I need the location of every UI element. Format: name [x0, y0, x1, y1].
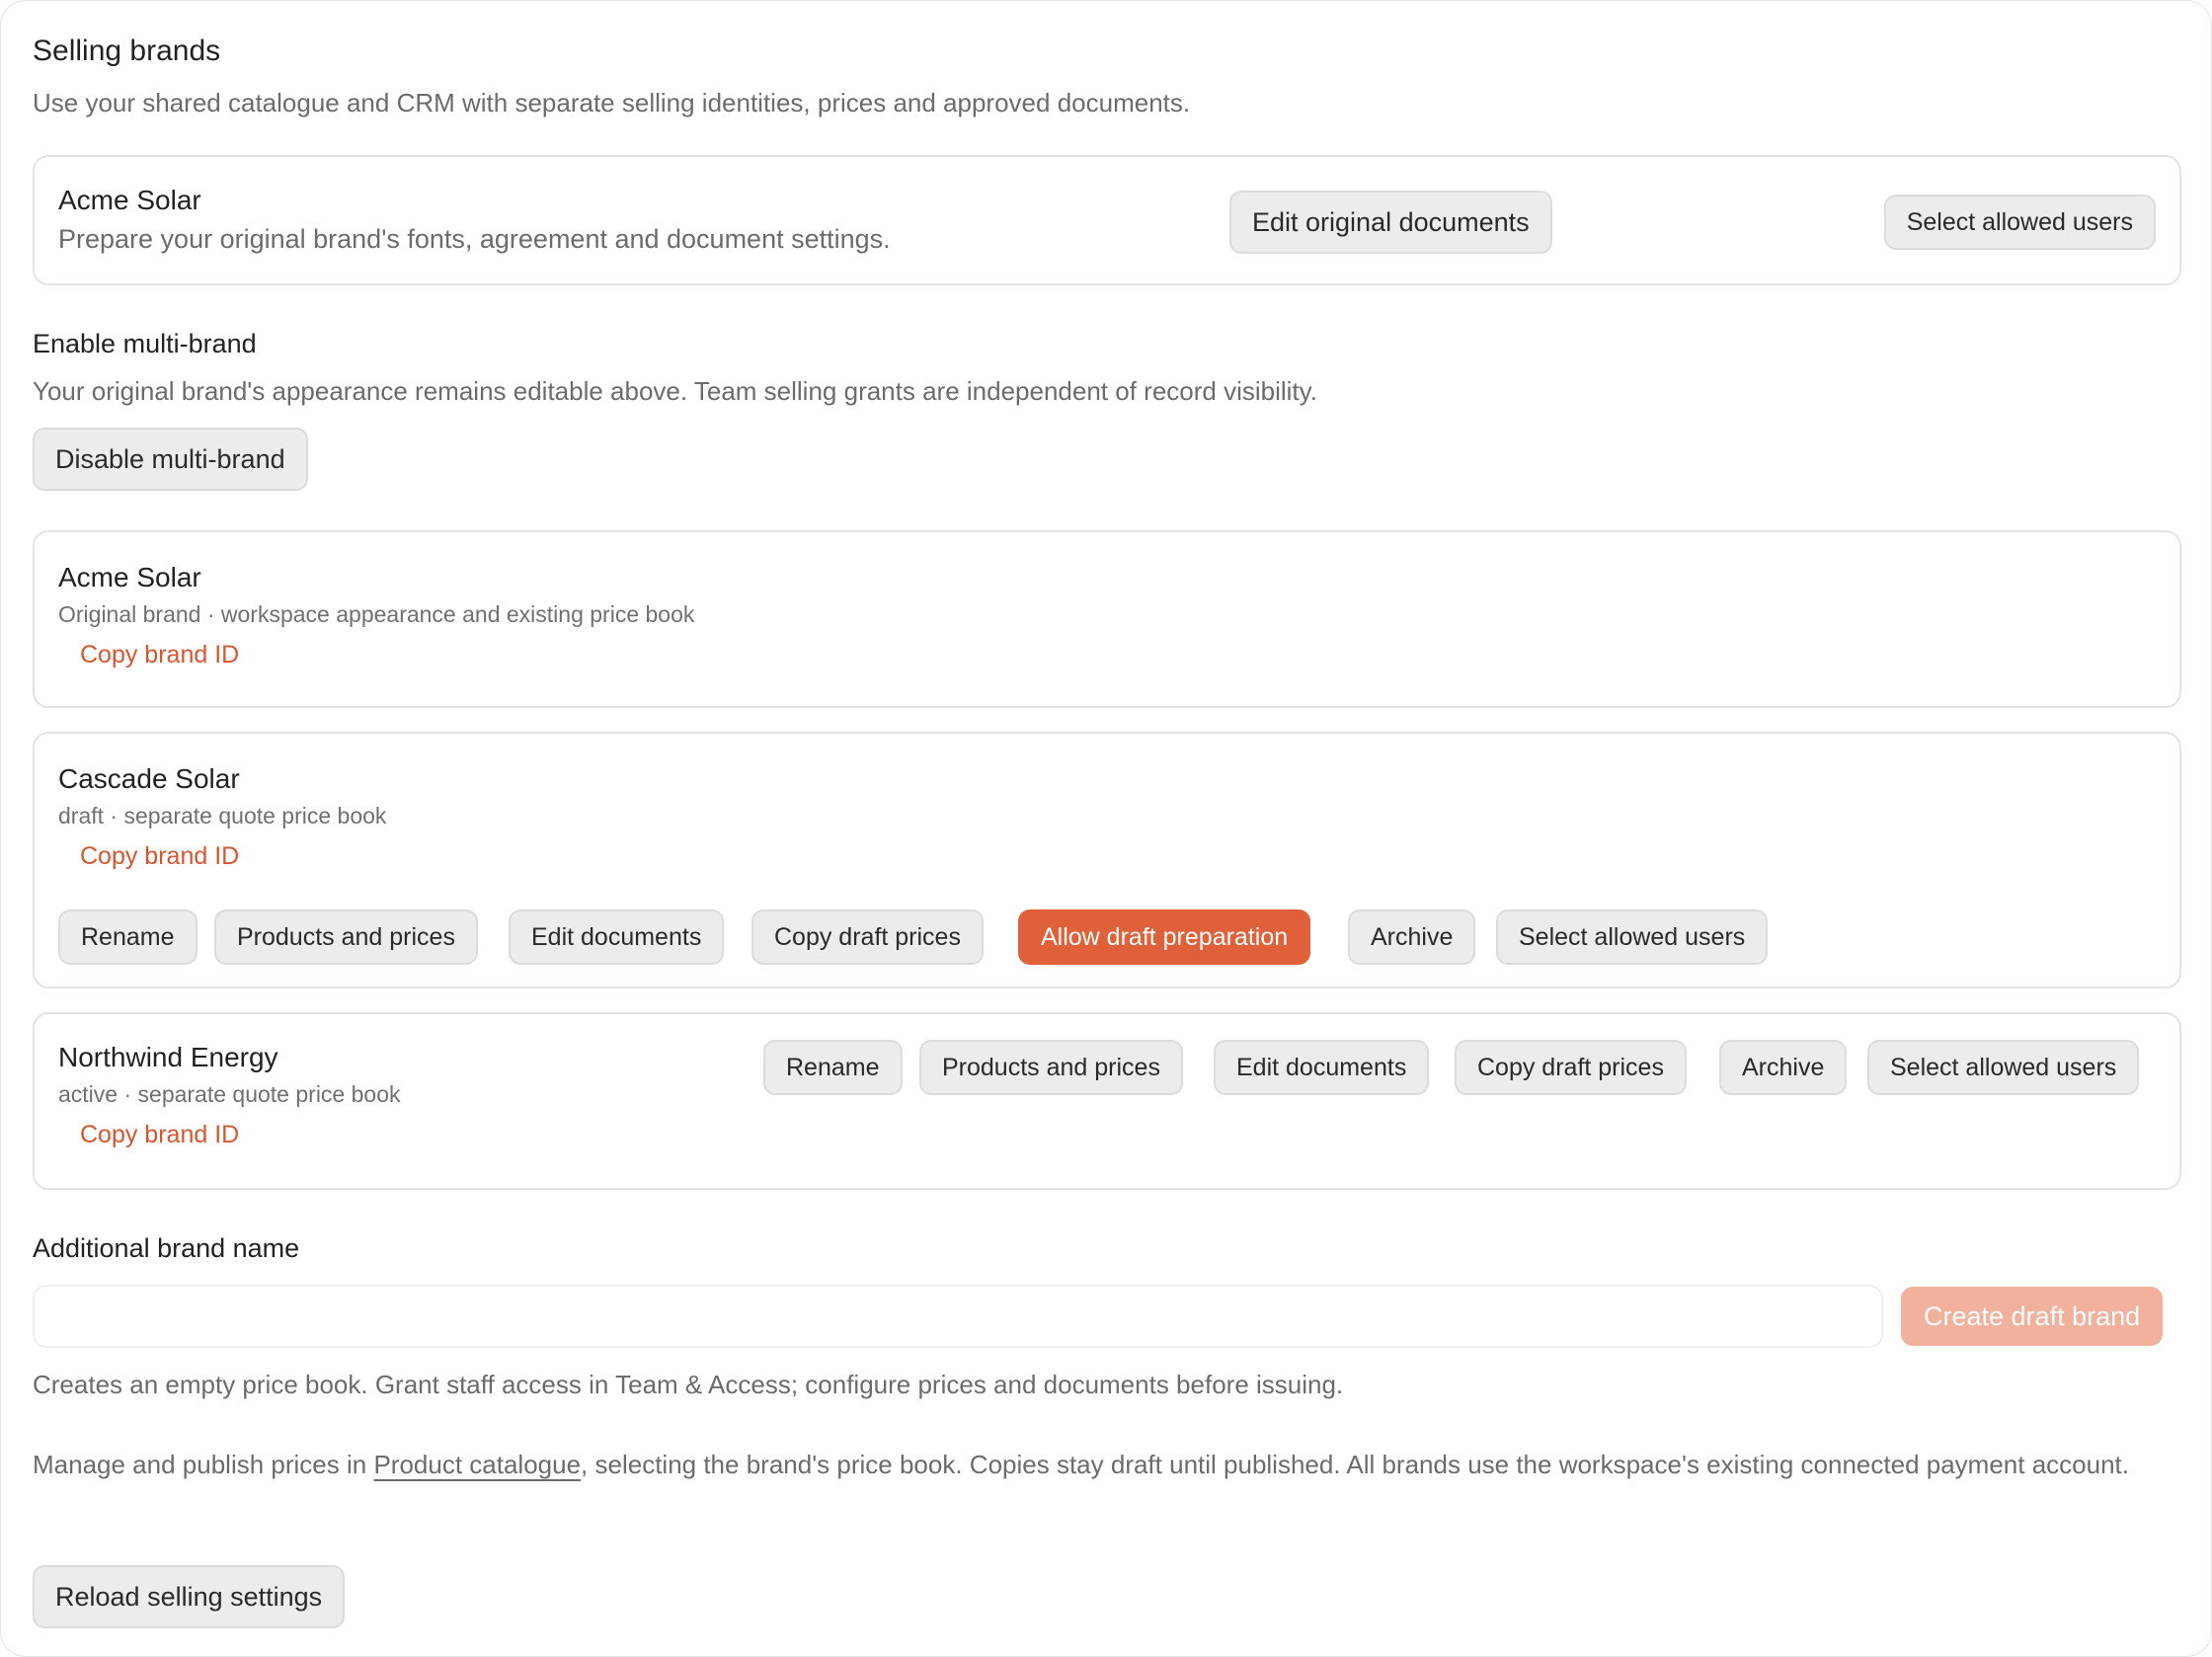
brand-card-acme-solar: Acme Solar Original brand · workspace ap… [33, 530, 2181, 708]
product-catalogue-link[interactable]: Product catalogue [373, 1450, 581, 1479]
settings-page: Selling brands Use your shared catalogue… [0, 0, 2212, 1657]
copy-brand-id-link[interactable]: Copy brand ID [80, 1121, 239, 1149]
copy-brand-id-link[interactable]: Copy brand ID [80, 641, 239, 670]
rename-button[interactable]: Rename [58, 909, 198, 965]
manage-note-before: Manage and publish prices in [33, 1450, 374, 1479]
edit-documents-button[interactable]: Edit documents [509, 909, 725, 965]
products-and-prices-button[interactable]: Products and prices [919, 1040, 1183, 1095]
reload-selling-settings-button[interactable]: Reload selling settings [33, 1565, 346, 1628]
page-subtitle: Use your shared catalogue and CRM with s… [33, 88, 1191, 118]
edit-original-documents-button[interactable]: Edit original documents [1229, 191, 1552, 254]
manage-note-after: , selecting the brand's price book. Copi… [581, 1450, 2129, 1479]
brand-name: Cascade Solar [58, 763, 240, 794]
copy-draft-prices-button[interactable]: Copy draft prices [1455, 1040, 1687, 1095]
original-brand-card: Acme Solar Prepare your original brand's… [33, 155, 2181, 285]
additional-brand-label: Additional brand name [33, 1233, 300, 1263]
brand-name: Acme Solar [58, 562, 201, 592]
archive-button[interactable]: Archive [1719, 1040, 1848, 1095]
original-select-allowed-users-button[interactable]: Select allowed users [1883, 195, 2156, 250]
original-brand-description: Prepare your original brand's fonts, agr… [58, 224, 891, 254]
products-and-prices-button[interactable]: Products and prices [214, 909, 478, 965]
archive-button[interactable]: Archive [1348, 909, 1476, 965]
edit-documents-button[interactable]: Edit documents [1214, 1040, 1430, 1095]
manage-prices-note: Manage and publish prices in Product cat… [33, 1445, 2156, 1485]
additional-brand-name-input[interactable] [33, 1285, 1883, 1348]
brand-meta: draft · separate quote price book [58, 803, 387, 828]
select-allowed-users-button[interactable]: Select allowed users [1867, 1040, 2140, 1095]
brand-meta: Original brand · workspace appearance an… [58, 601, 695, 627]
brand-name: Northwind Energy [58, 1042, 278, 1072]
brand-card-cascade-solar: Cascade Solar draft · separate quote pri… [33, 732, 2181, 988]
multi-brand-help: Your original brand's appearance remains… [33, 376, 1317, 406]
rename-button[interactable]: Rename [763, 1040, 903, 1095]
copy-brand-id-link[interactable]: Copy brand ID [80, 842, 239, 871]
disable-multi-brand-button[interactable]: Disable multi-brand [33, 428, 308, 491]
create-draft-brand-button[interactable]: Create draft brand [1901, 1287, 2164, 1346]
original-brand-name: Acme Solar [58, 185, 201, 215]
page-title: Selling brands [33, 35, 221, 67]
select-allowed-users-button[interactable]: Select allowed users [1496, 909, 1769, 965]
brand-card-northwind-energy: Northwind Energy active · separate quote… [33, 1012, 2181, 1190]
multi-brand-label: Enable multi-brand [33, 329, 257, 358]
additional-brand-help: Creates an empty price book. Grant staff… [33, 1370, 1344, 1399]
copy-draft-prices-button[interactable]: Copy draft prices [751, 909, 984, 965]
brand-meta: active · separate quote price book [58, 1081, 401, 1107]
allow-draft-preparation-button[interactable]: Allow draft preparation [1018, 909, 1311, 965]
